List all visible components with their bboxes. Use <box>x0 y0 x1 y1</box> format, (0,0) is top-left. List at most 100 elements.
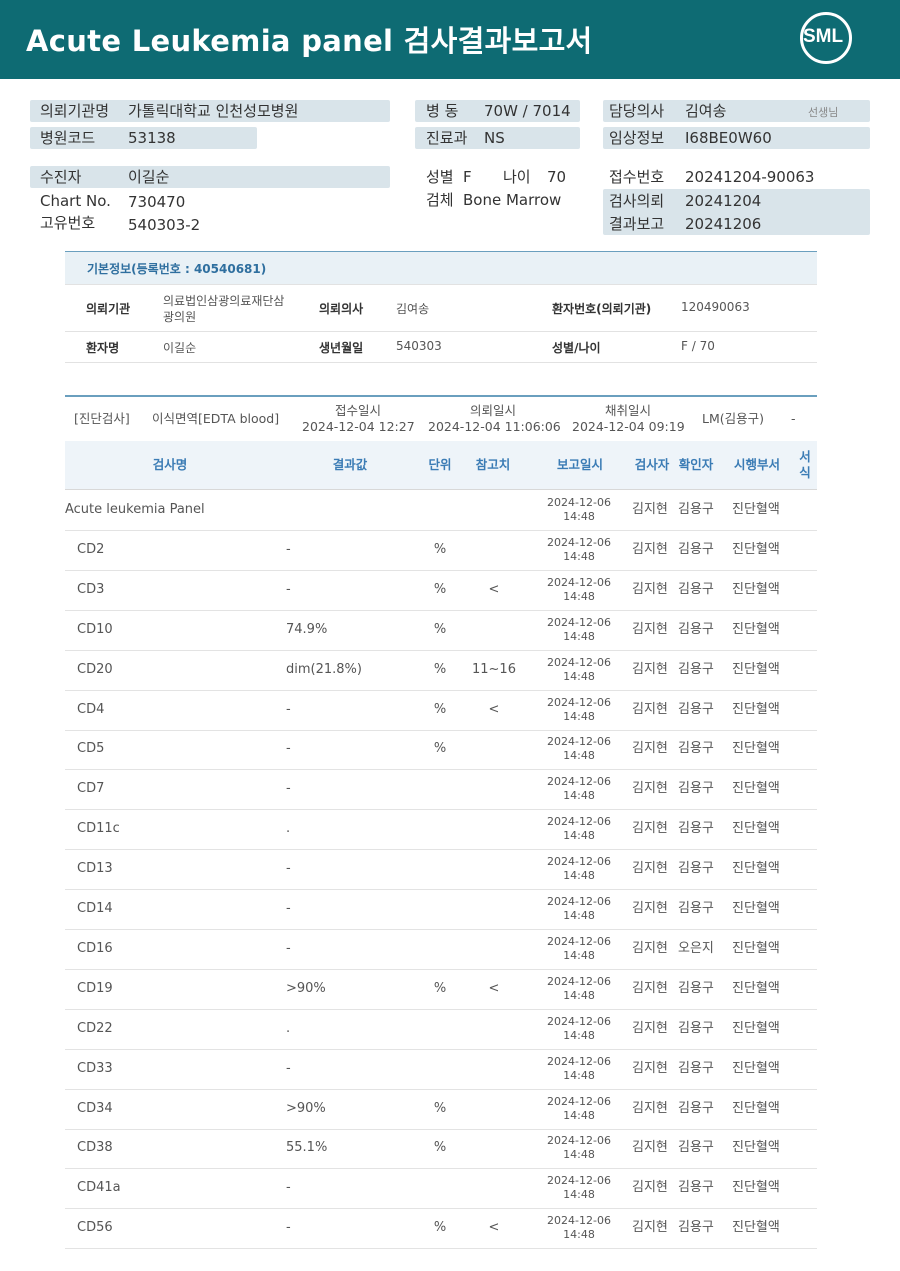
basic-patient-name-value: 이길순 <box>163 341 197 355</box>
basic-patient-no-value: 120490063 <box>681 300 750 314</box>
ref-cell <box>468 769 520 809</box>
report-datetime-cell: 2024-12-06 14:48 <box>535 1134 623 1162</box>
test-name-cell: CD38 <box>77 1140 113 1156</box>
test-name-cell: CD20 <box>77 661 113 677</box>
report-time: 14:48 <box>563 510 595 523</box>
test-name-cell: CD16 <box>77 940 113 956</box>
test-name-cell: CD3 <box>77 581 105 597</box>
report-time: 14:48 <box>563 549 595 563</box>
examinee-box <box>30 166 390 188</box>
tester-cell: 김지현 <box>632 1060 668 1076</box>
report-datetime-cell: 2024-12-06 14:48 <box>535 815 623 843</box>
basic-inst-line1: 의료법인삼광의료재단삼 <box>163 294 285 308</box>
unit-cell: % <box>433 581 447 597</box>
chart-no-value: 730470 <box>128 193 186 211</box>
tester-cell: 김지현 <box>632 781 668 797</box>
test-name-cell: CD2 <box>77 541 105 557</box>
report-time: 14:48 <box>563 988 595 1002</box>
report-date: 2024-12-06 <box>547 1174 611 1188</box>
hospital-code-value: 53138 <box>128 129 176 147</box>
tester-cell: 김지현 <box>632 621 668 637</box>
tester-cell: 김지현 <box>632 1020 668 1036</box>
table-row: CD56 -% < 김지현 김용구 진단혈액 2024-12-06 14:48 <box>65 1208 817 1250</box>
report-time: 14:48 <box>563 869 595 883</box>
tester-cell: 김지현 <box>632 901 668 916</box>
dept-label: 진료과 <box>426 129 468 147</box>
report-datetime-cell: 2024-12-06 14:48 <box>535 1055 623 1083</box>
tester-cell: 김지현 <box>632 741 668 757</box>
report-date: 2024-12-06 <box>547 1134 611 1148</box>
dept-cell: 진단혈액 <box>732 1220 780 1236</box>
doctor-label: 담당의사 <box>609 102 665 120</box>
confirmer-cell: 김용구 <box>678 901 714 916</box>
result-cell: - <box>286 581 291 597</box>
ref-cell <box>468 490 520 530</box>
report-datetime-cell: 2024-12-06 14:48 <box>535 496 623 524</box>
collect-dt-label: 채취일시 <box>604 403 651 418</box>
institution-label: 의뢰기관명 <box>40 102 110 120</box>
report-datetime-cell: 2024-12-06 14:48 <box>535 855 623 883</box>
report-time: 14:48 <box>563 1148 595 1162</box>
dept-cell: 진단혈액 <box>732 541 780 557</box>
sex-value: F <box>463 168 472 186</box>
tester-cell: 김지현 <box>632 1100 668 1116</box>
lm-dash: - <box>791 411 796 426</box>
dept-cell: 진단혈액 <box>732 661 780 677</box>
unit-cell <box>420 769 460 809</box>
ref-cell <box>468 530 520 570</box>
receipt-no-label: 접수번호 <box>609 168 665 186</box>
test-name-cell: CD34 <box>77 1100 113 1116</box>
tester-cell: 김지현 <box>632 701 668 717</box>
basic-patient-no-label: 환자번호(의뢰기관) <box>552 302 652 316</box>
test-name: 이식면역[EDTA blood] <box>152 411 280 426</box>
result-cell: - <box>286 940 291 956</box>
confirmer-cell: 김용구 <box>678 741 714 757</box>
report-date: 2024-12-06 <box>547 934 611 948</box>
unit-cell: % <box>433 1100 447 1116</box>
report-date: 2024-12-06 <box>547 655 611 669</box>
col-header-report-dt: 보고일시 <box>556 457 603 472</box>
dept-cell: 진단혈액 <box>732 621 780 637</box>
dept-cell: 진단혈액 <box>732 502 780 517</box>
ref-cell <box>468 1168 520 1208</box>
col-header-name: 검사명 <box>152 457 188 472</box>
unit-cell: % <box>433 741 447 757</box>
report-datetime-cell: 2024-12-06 14:48 <box>535 1095 623 1123</box>
table-row: CD38 55.1%% 김지현 김용구 진단혈액 2024-12-06 14:48 <box>65 1128 817 1170</box>
confirmer-cell: 김용구 <box>678 861 714 877</box>
dept-cell: 진단혈액 <box>732 1140 780 1156</box>
unit-cell <box>420 929 460 969</box>
test-name-cell: CD13 <box>77 861 113 877</box>
report-header: Acute Leukemia panel 검사결과보고서 SML <box>0 0 900 79</box>
specimen-label: 검체 <box>426 191 454 209</box>
unit-cell: % <box>433 980 447 996</box>
ref-cell <box>468 1049 520 1089</box>
ref-cell <box>468 1128 520 1168</box>
divider <box>65 331 817 332</box>
test-category: [진단검사] <box>74 411 130 426</box>
tester-cell: 김지현 <box>632 581 668 597</box>
unit-cell: % <box>433 701 447 717</box>
col-header-tester: 검사자 <box>634 457 670 472</box>
table-row: CD2 -% 김지현 김용구 진단혈액 2024-12-06 14:48 <box>65 530 817 571</box>
tester-cell: 김지현 <box>632 1180 668 1196</box>
ref-cell <box>468 1089 520 1129</box>
ref-cell: < <box>488 1220 500 1236</box>
table-row: CD10 74.9%% 김지현 김용구 진단혈액 2024-12-06 14:48 <box>65 610 817 651</box>
age-value: 70 <box>547 168 567 186</box>
basic-patient-name-label: 환자명 <box>86 341 120 355</box>
sml-logo: SML <box>800 12 852 64</box>
table-row: CD22. 김지현 김용구 진단혈액 2024-12-06 14:48 <box>65 1009 817 1050</box>
col-header-ref: 참고치 <box>475 457 511 472</box>
ref-cell <box>468 809 520 849</box>
doctor-value: 김여송 <box>685 102 727 120</box>
divider <box>65 284 817 285</box>
confirmer-cell: 김용구 <box>678 621 714 637</box>
doctor-suffix: 선생님 <box>808 106 839 119</box>
test-name-cell: CD19 <box>77 980 113 996</box>
ref-cell <box>468 1009 520 1049</box>
report-date: 2024-12-06 <box>547 895 611 908</box>
report-date: 2024-12-06 <box>547 1094 611 1108</box>
report-title: Acute Leukemia panel 검사결과보고서 <box>26 24 593 58</box>
confirmer-cell: 오은지 <box>678 940 714 956</box>
